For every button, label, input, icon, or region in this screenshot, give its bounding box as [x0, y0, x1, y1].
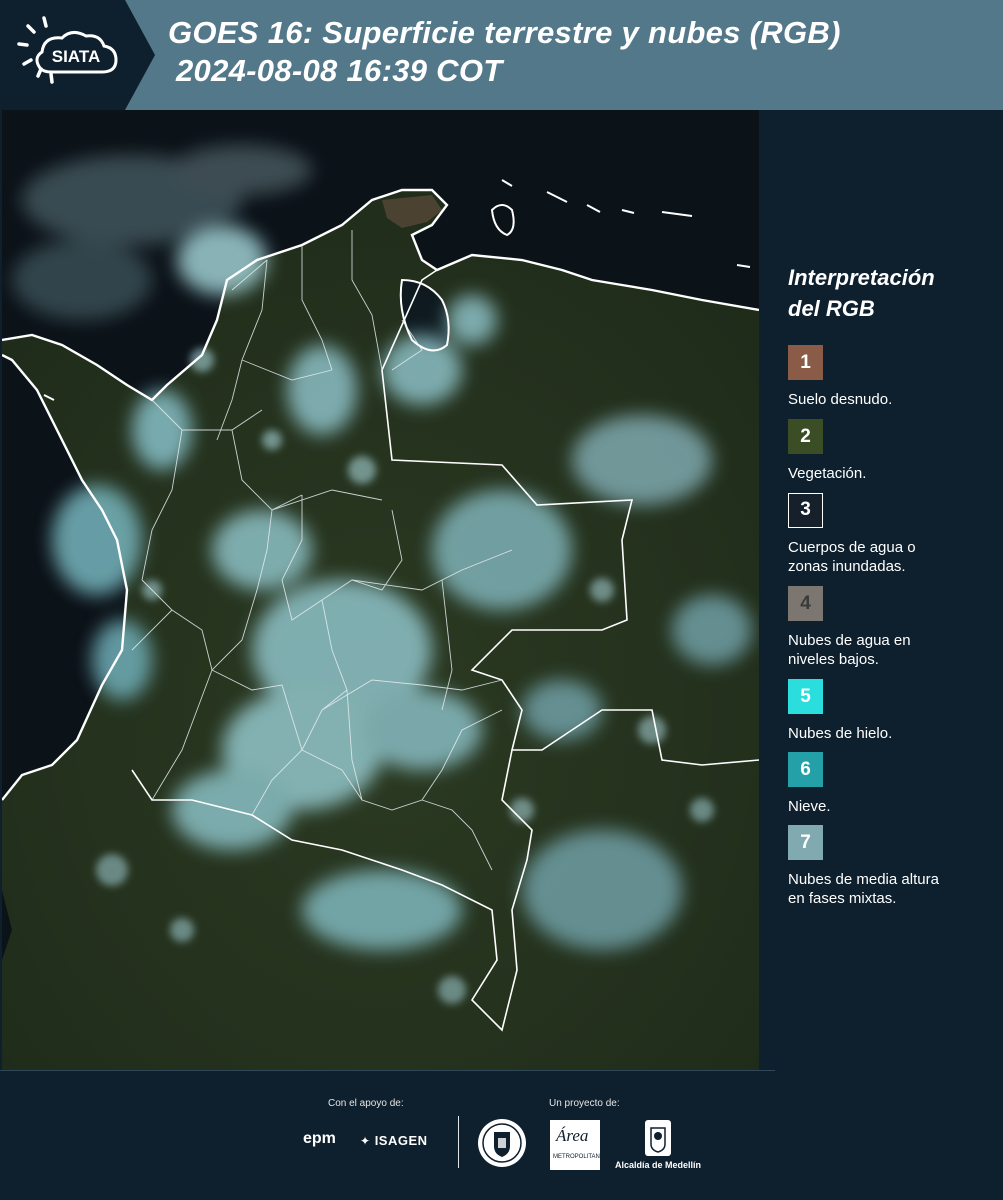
- header-bar: SIATA GOES 16: Superficie terrestre y nu…: [0, 0, 1003, 110]
- satellite-map: [2, 110, 759, 1070]
- legend-item-vegetation: 2 Vegetación.: [788, 419, 998, 483]
- area-logo-text: Área: [556, 1126, 589, 1145]
- page-timestamp: 2024-08-08 16:39 COT: [176, 53, 503, 88]
- support-label: Con el apoyo de:: [328, 1098, 404, 1109]
- footer-vertical-divider: [458, 1116, 459, 1168]
- isagen-logo-text: ISAGEN: [374, 1133, 428, 1148]
- legend-label: Nubes de agua en niveles bajos.: [788, 632, 911, 668]
- legend-label: Nubes de hielo.: [788, 725, 893, 742]
- footer: Con el apoyo de: Un proyecto de: epm ✦ I…: [0, 1070, 1003, 1200]
- legend-item-water-bodies: 3 Cuerpos de agua o zonas inundadas.: [788, 493, 998, 576]
- legend-label: Nubes de media altura en fases mixtas.: [788, 871, 939, 907]
- legend-swatch: 4: [788, 586, 823, 621]
- isagen-icon: ✦: [360, 1134, 371, 1148]
- isagen-logo: ✦ ISAGEN: [360, 1133, 428, 1148]
- legend-item-snow: 6 Nieve.: [788, 752, 998, 816]
- legend-swatch: 6: [788, 752, 823, 787]
- epm-logo: epm: [303, 1130, 336, 1147]
- area-logo-subtext: METROPOLITANA: [553, 1154, 604, 1160]
- legend-swatch: 3: [788, 493, 823, 528]
- legend-item-low-water-clouds: 4 Nubes de agua en niveles bajos.: [788, 586, 998, 669]
- legend-swatch: 2: [788, 419, 823, 454]
- alcaldia-medellin-logo: Alcaldía de Medellín: [612, 1118, 704, 1170]
- project-label: Un proyecto de:: [549, 1098, 620, 1109]
- legend-swatch: 7: [788, 825, 823, 860]
- legend-swatch: 1: [788, 345, 823, 380]
- legend-label: Suelo desnudo.: [788, 391, 893, 408]
- legend-label: Vegetación.: [788, 465, 867, 482]
- legend-title-line1: Interpretación: [788, 265, 935, 290]
- legend-swatch: 5: [788, 679, 823, 714]
- legend-panel: Interpretación del RGB 1 Suelo desnudo. …: [760, 110, 1003, 1070]
- alcaldia-text: Alcaldía de Medellín: [614, 1160, 702, 1170]
- footer-divider-line: [0, 1070, 775, 1071]
- medellin-coat-of-arms-icon: [645, 1120, 671, 1156]
- legend-item-ice-clouds: 5 Nubes de hielo.: [788, 679, 998, 743]
- legend-item-bare-soil: 1 Suelo desnudo.: [788, 345, 998, 409]
- medellin-seal-icon: [478, 1119, 526, 1167]
- legend-item-mid-level-clouds: 7 Nubes de media altura en fases mixtas.: [788, 825, 998, 908]
- siata-logo-text: SIATA: [52, 47, 100, 66]
- legend-label: Cuerpos de agua o zonas inundadas.: [788, 539, 916, 575]
- siata-logo: SIATA: [0, 0, 155, 110]
- area-metropolitana-logo: Área METROPOLITANA: [550, 1120, 604, 1170]
- legend-title-line2: del RGB: [788, 296, 875, 321]
- legend-title: Interpretación del RGB: [788, 262, 935, 324]
- legend-label: Nieve.: [788, 798, 831, 815]
- page-title: GOES 16: Superficie terrestre y nubes (R…: [168, 15, 841, 50]
